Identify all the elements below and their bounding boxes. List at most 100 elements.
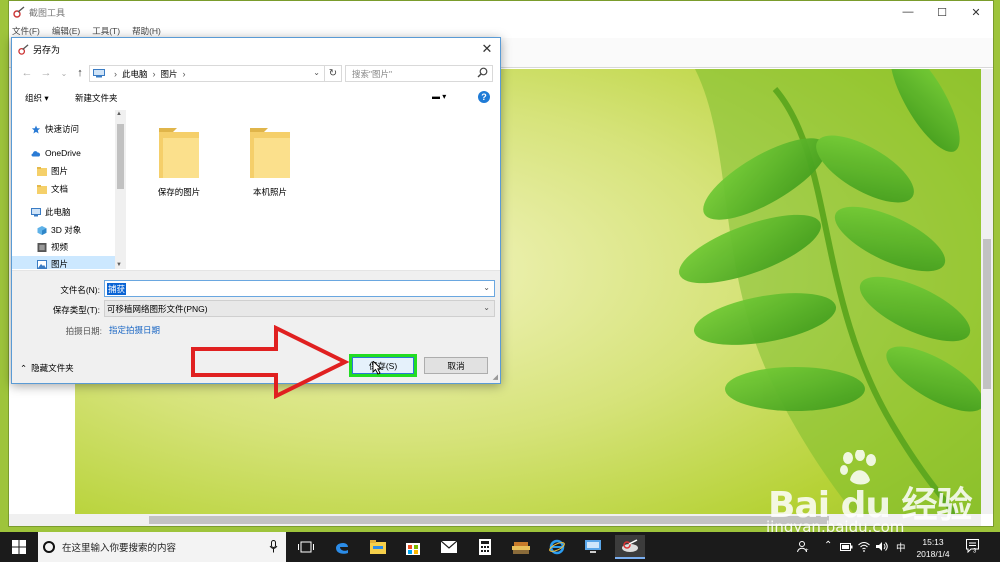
date-taken-label: 拍摄日期:	[65, 326, 102, 336]
scroll-thumb[interactable]	[117, 124, 124, 189]
breadcrumb-separator: ›	[114, 68, 117, 79]
snipping-tool-icon	[13, 6, 25, 18]
dialog-titlebar[interactable]: 另存为 ✕	[12, 38, 500, 60]
nav-pane-scrollbar[interactable]: ▲ ▼	[115, 110, 126, 269]
scroll-up-arrow[interactable]: ▲	[116, 111, 122, 117]
notification-center-icon[interactable]: 3	[966, 539, 979, 553]
start-button[interactable]	[0, 532, 38, 562]
task-view-icon	[298, 541, 314, 553]
pc-icon	[93, 69, 105, 78]
clock-time: 15:13	[922, 537, 944, 547]
search-input[interactable]: 搜索"图片"	[345, 65, 493, 82]
tree-item-onedrive-documents[interactable]: 文档	[12, 181, 115, 197]
chevron-up-icon[interactable]: ⌃	[824, 540, 832, 551]
tree-item-quick-access[interactable]: 快速访问	[12, 121, 115, 137]
organize-menu[interactable]: 组织 ▾	[25, 92, 49, 104]
person-icon[interactable]: +	[797, 541, 809, 553]
refresh-button[interactable]: ↻	[325, 65, 342, 82]
minimize-button[interactable]: —	[891, 1, 925, 23]
tree-item-videos[interactable]: 视频	[12, 239, 115, 255]
microphone-icon[interactable]	[269, 540, 278, 553]
recent-locations-button[interactable]: ⌄	[57, 66, 71, 80]
dialog-toolbar: 组织 ▾ 新建文件夹 ▬ ▾ ?	[12, 88, 500, 108]
chevron-down-icon[interactable]: ⌄	[483, 283, 490, 292]
breadcrumb-this-pc[interactable]: 此电脑	[122, 68, 148, 80]
cortana-icon	[43, 541, 55, 553]
ime-indicator[interactable]: 中	[896, 540, 906, 554]
resize-grip[interactable]: ◢	[493, 373, 498, 381]
baidu-watermark: Bai du 经验 jingyan.baidu.com	[760, 450, 990, 540]
view-options-button[interactable]: ▬ ▾	[432, 92, 446, 101]
tree-item-onedrive-pictures[interactable]: 图片	[12, 163, 115, 179]
menu-edit[interactable]: 编辑(E)	[52, 25, 80, 37]
tree-item-onedrive[interactable]: OneDrive	[12, 145, 115, 161]
mail-icon	[441, 541, 457, 553]
volume-icon[interactable]	[876, 541, 888, 552]
snip-vertical-scrollbar[interactable]	[981, 69, 993, 514]
books-app-button[interactable]	[509, 535, 533, 559]
cube-icon	[37, 225, 47, 235]
snipping-tool-icon	[622, 539, 638, 552]
file-explorer-button[interactable]	[366, 535, 390, 559]
tree-item-3d-objects[interactable]: 3D 对象	[12, 222, 115, 238]
savetype-select[interactable]: 可移植网络图形文件(PNG) ⌄	[104, 300, 495, 317]
folder-icon	[370, 540, 386, 554]
video-icon	[37, 242, 47, 252]
taskbar: 在这里输入你要搜索的内容 + ⌃ 中 15:13 2018/1/4 3	[0, 532, 1000, 562]
remote-desktop-button[interactable]	[581, 535, 605, 559]
ie-button[interactable]	[545, 535, 569, 559]
tree-label: OneDrive	[45, 148, 81, 158]
new-folder-button[interactable]: 新建文件夹	[75, 92, 118, 104]
snip-titlebar[interactable]: 截图工具 — ☐ ✕	[9, 1, 993, 23]
store-button[interactable]	[401, 535, 425, 559]
hide-folders-label: 隐藏文件夹	[31, 363, 74, 373]
folder-item-camera-roll[interactable]: 本机照片	[235, 124, 305, 198]
battery-icon[interactable]	[840, 543, 853, 551]
calculator-button[interactable]	[473, 535, 497, 559]
edge-icon	[336, 542, 348, 554]
maximize-button[interactable]: ☐	[925, 1, 959, 23]
back-button[interactable]: ←	[20, 66, 34, 80]
scroll-down-arrow[interactable]: ▼	[116, 262, 122, 268]
hide-folders-button[interactable]: ⌃ 隐藏文件夹	[20, 362, 74, 374]
mail-button[interactable]	[437, 535, 461, 559]
filename-field[interactable]: 捕获 ⌄	[104, 280, 495, 297]
dialog-close-button[interactable]: ✕	[474, 38, 500, 60]
menu-file[interactable]: 文件(F)	[12, 25, 40, 37]
folder-icon	[250, 128, 290, 178]
tree-label: 视频	[51, 242, 69, 252]
breadcrumb-separator: ›	[182, 68, 186, 79]
folder-name: 本机照片	[252, 187, 287, 197]
clock[interactable]: 15:13 2018/1/4	[912, 536, 954, 560]
tree-label: 此电脑	[45, 207, 71, 217]
taskbar-search-box[interactable]: 在这里输入你要搜索的内容	[38, 532, 286, 562]
snipping-tool-taskbar-button[interactable]	[615, 535, 645, 559]
help-button[interactable]: ?	[478, 91, 490, 103]
up-button[interactable]: ↑	[73, 66, 87, 80]
tree-item-this-pc[interactable]: 此电脑	[12, 204, 115, 220]
chevron-down-icon[interactable]: ⌄	[483, 303, 490, 312]
cancel-button[interactable]: 取消	[424, 357, 488, 374]
edge-button[interactable]	[330, 535, 354, 559]
close-button[interactable]: ✕	[959, 1, 993, 23]
pc-icon	[31, 207, 41, 216]
scroll-thumb[interactable]	[983, 239, 991, 389]
tree-item-pictures[interactable]: 图片	[12, 256, 115, 269]
menu-help[interactable]: 帮助(H)	[132, 25, 161, 37]
scroll-thumb[interactable]	[149, 516, 829, 524]
menu-tools[interactable]: 工具(T)	[92, 25, 120, 37]
forward-button[interactable]: →	[39, 66, 53, 80]
breadcrumb-pictures[interactable]: 图片	[161, 68, 178, 80]
folder-icon	[37, 184, 47, 194]
folder-item-saved-pictures[interactable]: 保存的图片	[144, 124, 214, 198]
task-view-button[interactable]	[294, 535, 318, 559]
navigation-pane: 快速访问 OneDrive 图片 文档 此电脑 3D 对象 视频 图片	[12, 110, 126, 269]
address-bar[interactable]: › 此电脑 › 图片 › ⌄	[89, 65, 325, 82]
savetype-value: 可移植网络图形文件(PNG)	[107, 303, 208, 314]
calculator-icon	[479, 539, 491, 555]
internet-explorer-icon	[549, 539, 565, 555]
clock-date: 2018/1/4	[916, 549, 950, 559]
chevron-down-icon[interactable]: ⌄	[313, 68, 320, 77]
wifi-icon[interactable]	[858, 541, 870, 552]
date-taken-link[interactable]: 指定拍摄日期	[109, 324, 160, 336]
